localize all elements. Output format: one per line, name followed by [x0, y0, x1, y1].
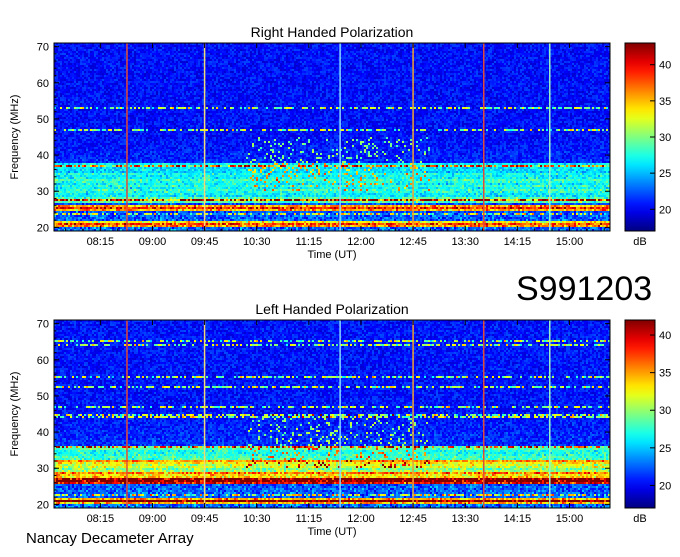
x-tick-label: 12:00	[347, 236, 375, 248]
y-tick-label: 40	[37, 427, 49, 439]
x-tick-label: 09:45	[191, 513, 219, 525]
x-tick-label: 15:00	[556, 513, 584, 525]
x-tick-label: 12:45	[399, 236, 427, 248]
x-tick-label: 11:15	[295, 236, 322, 248]
x-axis-label: Time (UT)	[307, 249, 356, 261]
x-tick-label: 12:45	[399, 513, 427, 525]
colorbar-tick-label: 30	[659, 405, 671, 417]
y-tick-label: 70	[37, 42, 49, 54]
figure-canvas: S991203 Nancay Decameter Array Right Han…	[9, 24, 671, 547]
y-tick-label: 30	[37, 186, 49, 198]
x-tick-label: 14:15	[504, 513, 532, 525]
colorbar-tick-label: 20	[659, 480, 671, 492]
x-tick-label: 10:30	[243, 513, 271, 525]
x-tick-label: 13:30	[451, 513, 479, 525]
x-tick-label: 14:15	[504, 236, 532, 248]
instrument-name: Nancay Decameter Array	[26, 530, 194, 547]
spectrogram-figure: S991203 Nancay Decameter Array Right Han…	[0, 0, 680, 552]
colorbar	[624, 319, 656, 509]
x-tick-label: 09:00	[139, 513, 167, 525]
y-axis-label: Frequency (MHz)	[9, 372, 21, 457]
x-tick-label: 15:00	[556, 236, 584, 248]
colorbar-tick-label: 35	[659, 96, 671, 108]
y-tick-label: 30	[37, 463, 49, 475]
x-tick-label: 10:30	[243, 236, 271, 248]
x-tick-label: 08:15	[87, 236, 115, 248]
x-tick-label: 12:00	[347, 513, 375, 525]
x-tick-label: 13:30	[451, 236, 479, 248]
y-tick-label: 60	[37, 355, 49, 367]
observation-id: S991203	[516, 270, 652, 308]
colorbar-tick-label: 35	[659, 368, 671, 380]
y-tick-label: 70	[37, 319, 49, 331]
spectrogram-heatmap	[54, 43, 610, 231]
colorbar-tick-label: 20	[659, 204, 671, 216]
y-tick-label: 50	[37, 391, 49, 403]
x-axis-label: Time (UT)	[307, 526, 356, 538]
colorbar-tick-label: 40	[659, 60, 671, 72]
y-tick-label: 40	[37, 150, 49, 162]
y-tick-label: 20	[37, 499, 49, 511]
x-tick-label: 09:00	[139, 236, 167, 248]
y-tick-label: 50	[37, 114, 49, 126]
colorbar-tick-label: 40	[659, 330, 671, 342]
spectrogram-heatmap	[54, 320, 610, 508]
colorbar-label: dB	[633, 236, 646, 248]
x-tick-label: 11:15	[295, 513, 322, 525]
panel-title: Left Handed Polarization	[255, 301, 408, 317]
colorbar-label: dB	[633, 513, 646, 525]
spectrogram-panel-2: Left Handed Polarization 08:15 09:00 09:45 1…	[9, 301, 671, 538]
colorbar-tick-label: 30	[659, 132, 671, 144]
x-tick-label: 09:45	[191, 236, 219, 248]
colorbar-tick-label: 25	[659, 168, 671, 180]
y-axis-label: Frequency (MHz)	[9, 95, 21, 180]
colorbar-tick-label: 25	[659, 443, 671, 455]
panel-title: Right Handed Polarization	[251, 24, 414, 40]
y-tick-label: 60	[37, 78, 49, 90]
x-tick-label: 08:15	[87, 513, 115, 525]
spectrogram-panel-1: Right Handed Polarization 08:15 09:00 09:45…	[9, 24, 671, 261]
y-tick-label: 20	[37, 222, 49, 234]
